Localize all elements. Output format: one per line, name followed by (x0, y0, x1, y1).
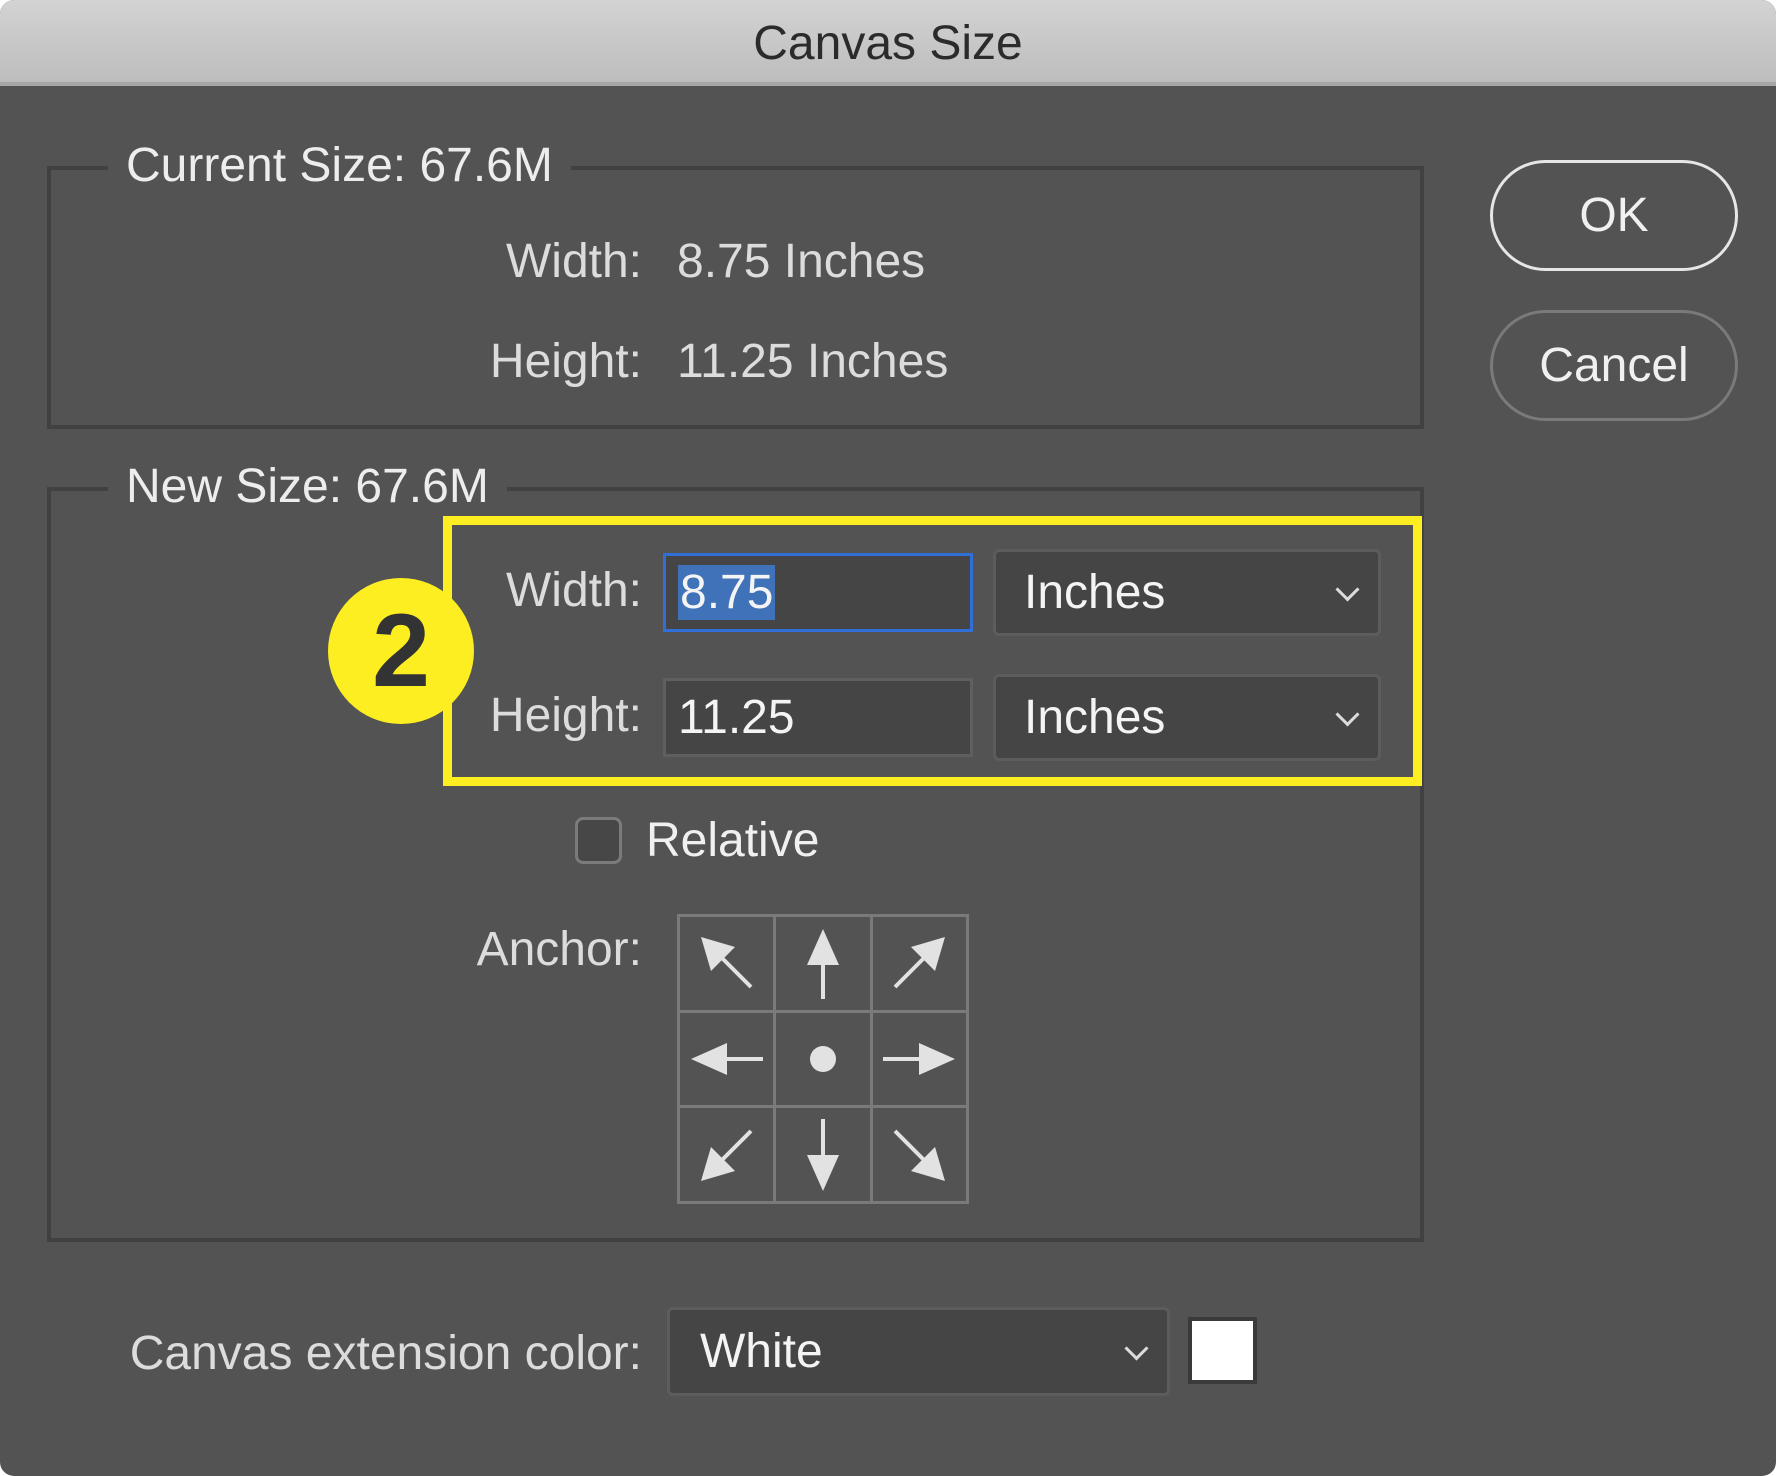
anchor-bottom-right[interactable] (872, 1108, 966, 1201)
anchor-left[interactable] (680, 1012, 774, 1106)
center-dot-icon (809, 1045, 836, 1072)
arrow-down-right-icon (893, 1129, 946, 1181)
arrow-down-left-icon (700, 1129, 753, 1181)
title-bar[interactable]: Canvas Size (0, 0, 1776, 86)
anchor-bottom[interactable] (776, 1108, 870, 1201)
anchor-right[interactable] (872, 1012, 966, 1106)
current-size-legend: Current Size: 67.6M (108, 138, 571, 194)
ok-button[interactable]: OK (1490, 160, 1738, 271)
canvas-size-dialog: Canvas Size Current Size: 67.6M Width: 8… (0, 0, 1776, 1476)
anchor-label: Anchor: (476, 923, 642, 976)
annotation-highlight-box (443, 516, 1422, 786)
relative-checkbox[interactable] (575, 817, 622, 864)
arrow-up-left-icon (700, 937, 753, 989)
extension-color-select[interactable]: White (667, 1307, 1170, 1396)
anchor-bottom-left[interactable] (680, 1108, 774, 1201)
chevron-down-icon (1124, 1335, 1149, 1361)
step-number-badge: 2 (328, 578, 474, 724)
current-height-value: 11.25 Inches (677, 335, 949, 388)
dialog-title: Canvas Size (753, 17, 1023, 70)
anchor-top-left[interactable] (680, 917, 774, 1010)
anchor-grid (677, 914, 969, 1204)
anchor-top[interactable] (776, 917, 870, 1010)
arrow-left-icon (690, 1042, 763, 1075)
extension-color-value: White (700, 1325, 823, 1378)
anchor-center[interactable] (776, 1012, 870, 1106)
current-width-value: 8.75 Inches (677, 235, 926, 288)
current-width-label: Width: (505, 235, 642, 288)
cancel-button[interactable]: Cancel (1490, 310, 1738, 421)
current-height-label: Height: (489, 335, 642, 388)
relative-label[interactable]: Relative (646, 813, 819, 869)
anchor-top-right[interactable] (872, 917, 966, 1010)
arrow-up-icon (806, 929, 839, 1000)
extension-color-swatch[interactable] (1188, 1317, 1257, 1384)
extension-color-label: Canvas extension color: (129, 1327, 642, 1380)
new-size-legend: New Size: 67.6M (108, 459, 507, 515)
arrow-right-icon (883, 1042, 956, 1075)
arrow-down-icon (806, 1118, 839, 1191)
arrow-up-right-icon (893, 937, 946, 989)
